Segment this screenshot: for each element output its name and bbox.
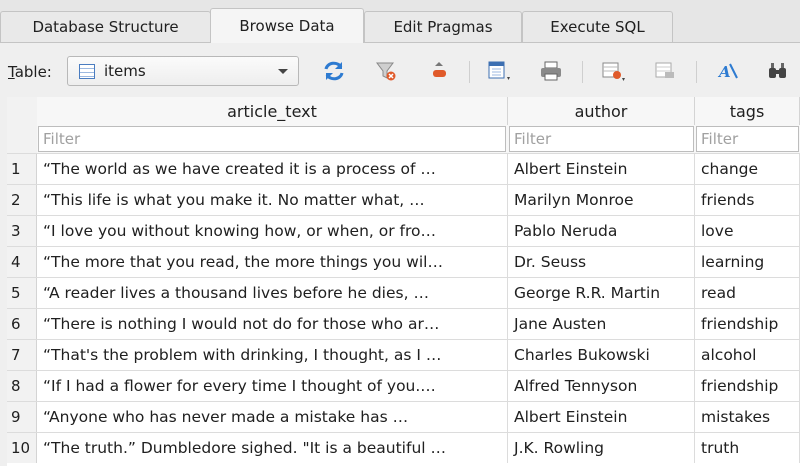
table-label: Table: — [8, 63, 52, 81]
filter-row — [37, 125, 800, 153]
tab-edit-pragmas[interactable]: Edit Pragmas — [364, 11, 522, 42]
table-row[interactable]: 10 “The truth.” Dumbledore sighed. "It is… — [7, 432, 800, 463]
svg-text:A: A — [717, 63, 731, 81]
column-header-tags[interactable]: tags — [695, 97, 800, 125]
save-table-icon[interactable] — [486, 58, 514, 84]
tab-execute-sql[interactable]: Execute SQL — [522, 11, 673, 42]
table-label-text: able: — [14, 63, 52, 81]
cell-author[interactable]: Dr. Seuss — [508, 247, 695, 277]
cell-author[interactable]: Pablo Neruda — [508, 216, 695, 246]
cell-tags[interactable]: truth — [695, 433, 800, 463]
row-number[interactable]: 3 — [7, 216, 37, 246]
filter-input-author[interactable] — [509, 126, 694, 152]
print-icon[interactable] — [537, 58, 565, 84]
table-row[interactable]: 1 “The world as we have created it is a p… — [7, 153, 800, 184]
cell-author[interactable]: Albert Einstein — [508, 402, 695, 432]
cell-author[interactable]: George R.R. Martin — [508, 278, 695, 308]
table-row[interactable]: 8 “If I had a flower for every time I tho… — [7, 370, 800, 401]
cell-tags[interactable]: change — [695, 154, 800, 184]
cell-article-text[interactable]: “This life is what you make it. No matte… — [37, 185, 508, 215]
table-label-mnemonic: T — [8, 63, 15, 81]
cell-article-text[interactable]: “A reader lives a thousand lives before … — [37, 278, 508, 308]
cell-tags[interactable]: love — [695, 216, 800, 246]
cell-tags[interactable]: friendship — [695, 309, 800, 339]
cell-article-text[interactable]: “Anyone who has never made a mistake has… — [37, 402, 508, 432]
table-row[interactable]: 9 “Anyone who has never made a mistake ha… — [7, 401, 800, 432]
cell-article-text[interactable]: “The more that you read, the more things… — [37, 247, 508, 277]
table-select[interactable]: items — [67, 56, 299, 86]
grid-corner — [7, 97, 38, 153]
cell-tags[interactable]: read — [695, 278, 800, 308]
table-row[interactable]: 4 “The more that you read, the more thing… — [7, 246, 800, 277]
tab-bar: Database Structure Browse Data Edit Prag… — [0, 0, 800, 43]
data-grid: article_text author tags 1“The world as … — [7, 97, 800, 466]
cell-article-text[interactable]: “If I had a flower for every time I thou… — [37, 371, 508, 401]
find-replace-icon[interactable] — [764, 58, 792, 84]
sort-icon[interactable] — [425, 58, 453, 84]
cell-tags[interactable]: learning — [695, 247, 800, 277]
cell-author[interactable]: Albert Einstein — [508, 154, 695, 184]
row-number[interactable]: 9 — [7, 402, 37, 432]
cell-article-text[interactable]: “The world as we have created it is a pr… — [37, 154, 508, 184]
clear-filters-icon[interactable] — [372, 58, 400, 84]
find-icon[interactable]: A — [714, 58, 742, 84]
tab-database-structure[interactable]: Database Structure — [0, 11, 211, 42]
row-number[interactable]: 5 — [7, 278, 37, 308]
row-number[interactable]: 7 — [7, 340, 37, 370]
row-number[interactable]: 6 — [7, 309, 37, 339]
row-number[interactable]: 4 — [7, 247, 37, 277]
cell-tags[interactable]: friendship — [695, 371, 800, 401]
table-row[interactable]: 2 “This life is what you make it. No matt… — [7, 184, 800, 215]
row-number[interactable]: 1 — [7, 154, 37, 184]
cell-article-text[interactable]: “The truth.” Dumbledore sighed. "It is a… — [37, 433, 508, 463]
table-row[interactable]: 3 “I love you without knowing how, or whe… — [7, 215, 800, 246]
table-row[interactable]: 5 “A reader lives a thousand lives before… — [7, 277, 800, 308]
row-number[interactable]: 8 — [7, 371, 37, 401]
chevron-down-icon — [278, 69, 288, 74]
cell-article-text[interactable]: “There is nothing I would not do for tho… — [37, 309, 508, 339]
table-icon — [79, 63, 95, 79]
tab-browse-data[interactable]: Browse Data — [210, 8, 364, 43]
row-number[interactable]: 10 — [7, 433, 37, 463]
cell-article-text[interactable]: “That's the problem with drinking, I tho… — [37, 340, 508, 370]
table-row[interactable]: 6 “There is nothing I would not do for th… — [7, 308, 800, 339]
filter-input-article-text[interactable] — [38, 126, 506, 152]
toolbar-separator — [582, 61, 583, 83]
cell-author[interactable]: Charles Bukowski — [508, 340, 695, 370]
column-header-author[interactable]: author — [508, 97, 695, 125]
table-select-value: items — [104, 62, 146, 80]
refresh-icon[interactable] — [320, 58, 348, 84]
row-number[interactable]: 2 — [7, 185, 37, 215]
cell-article-text[interactable]: “I love you without knowing how, or when… — [37, 216, 508, 246]
table-row[interactable]: 7 “That's the problem with drinking, I th… — [7, 339, 800, 370]
filter-input-tags[interactable] — [696, 126, 799, 152]
toolbar-separator — [696, 61, 697, 83]
delete-record-icon[interactable] — [651, 58, 679, 84]
cell-tags[interactable]: mistakes — [695, 402, 800, 432]
column-header-article-text[interactable]: article_text — [37, 97, 508, 125]
cell-author[interactable]: Jane Austen — [508, 309, 695, 339]
cell-author[interactable]: Alfred Tennyson — [508, 371, 695, 401]
cell-tags[interactable]: friends — [695, 185, 800, 215]
insert-record-icon[interactable] — [600, 58, 628, 84]
toolbar-separator — [469, 61, 470, 83]
cell-tags[interactable]: alcohol — [695, 340, 800, 370]
cell-author[interactable]: Marilyn Monroe — [508, 185, 695, 215]
cell-author[interactable]: J.K. Rowling — [508, 433, 695, 463]
browse-toolbar: Table: items A — [0, 43, 800, 97]
